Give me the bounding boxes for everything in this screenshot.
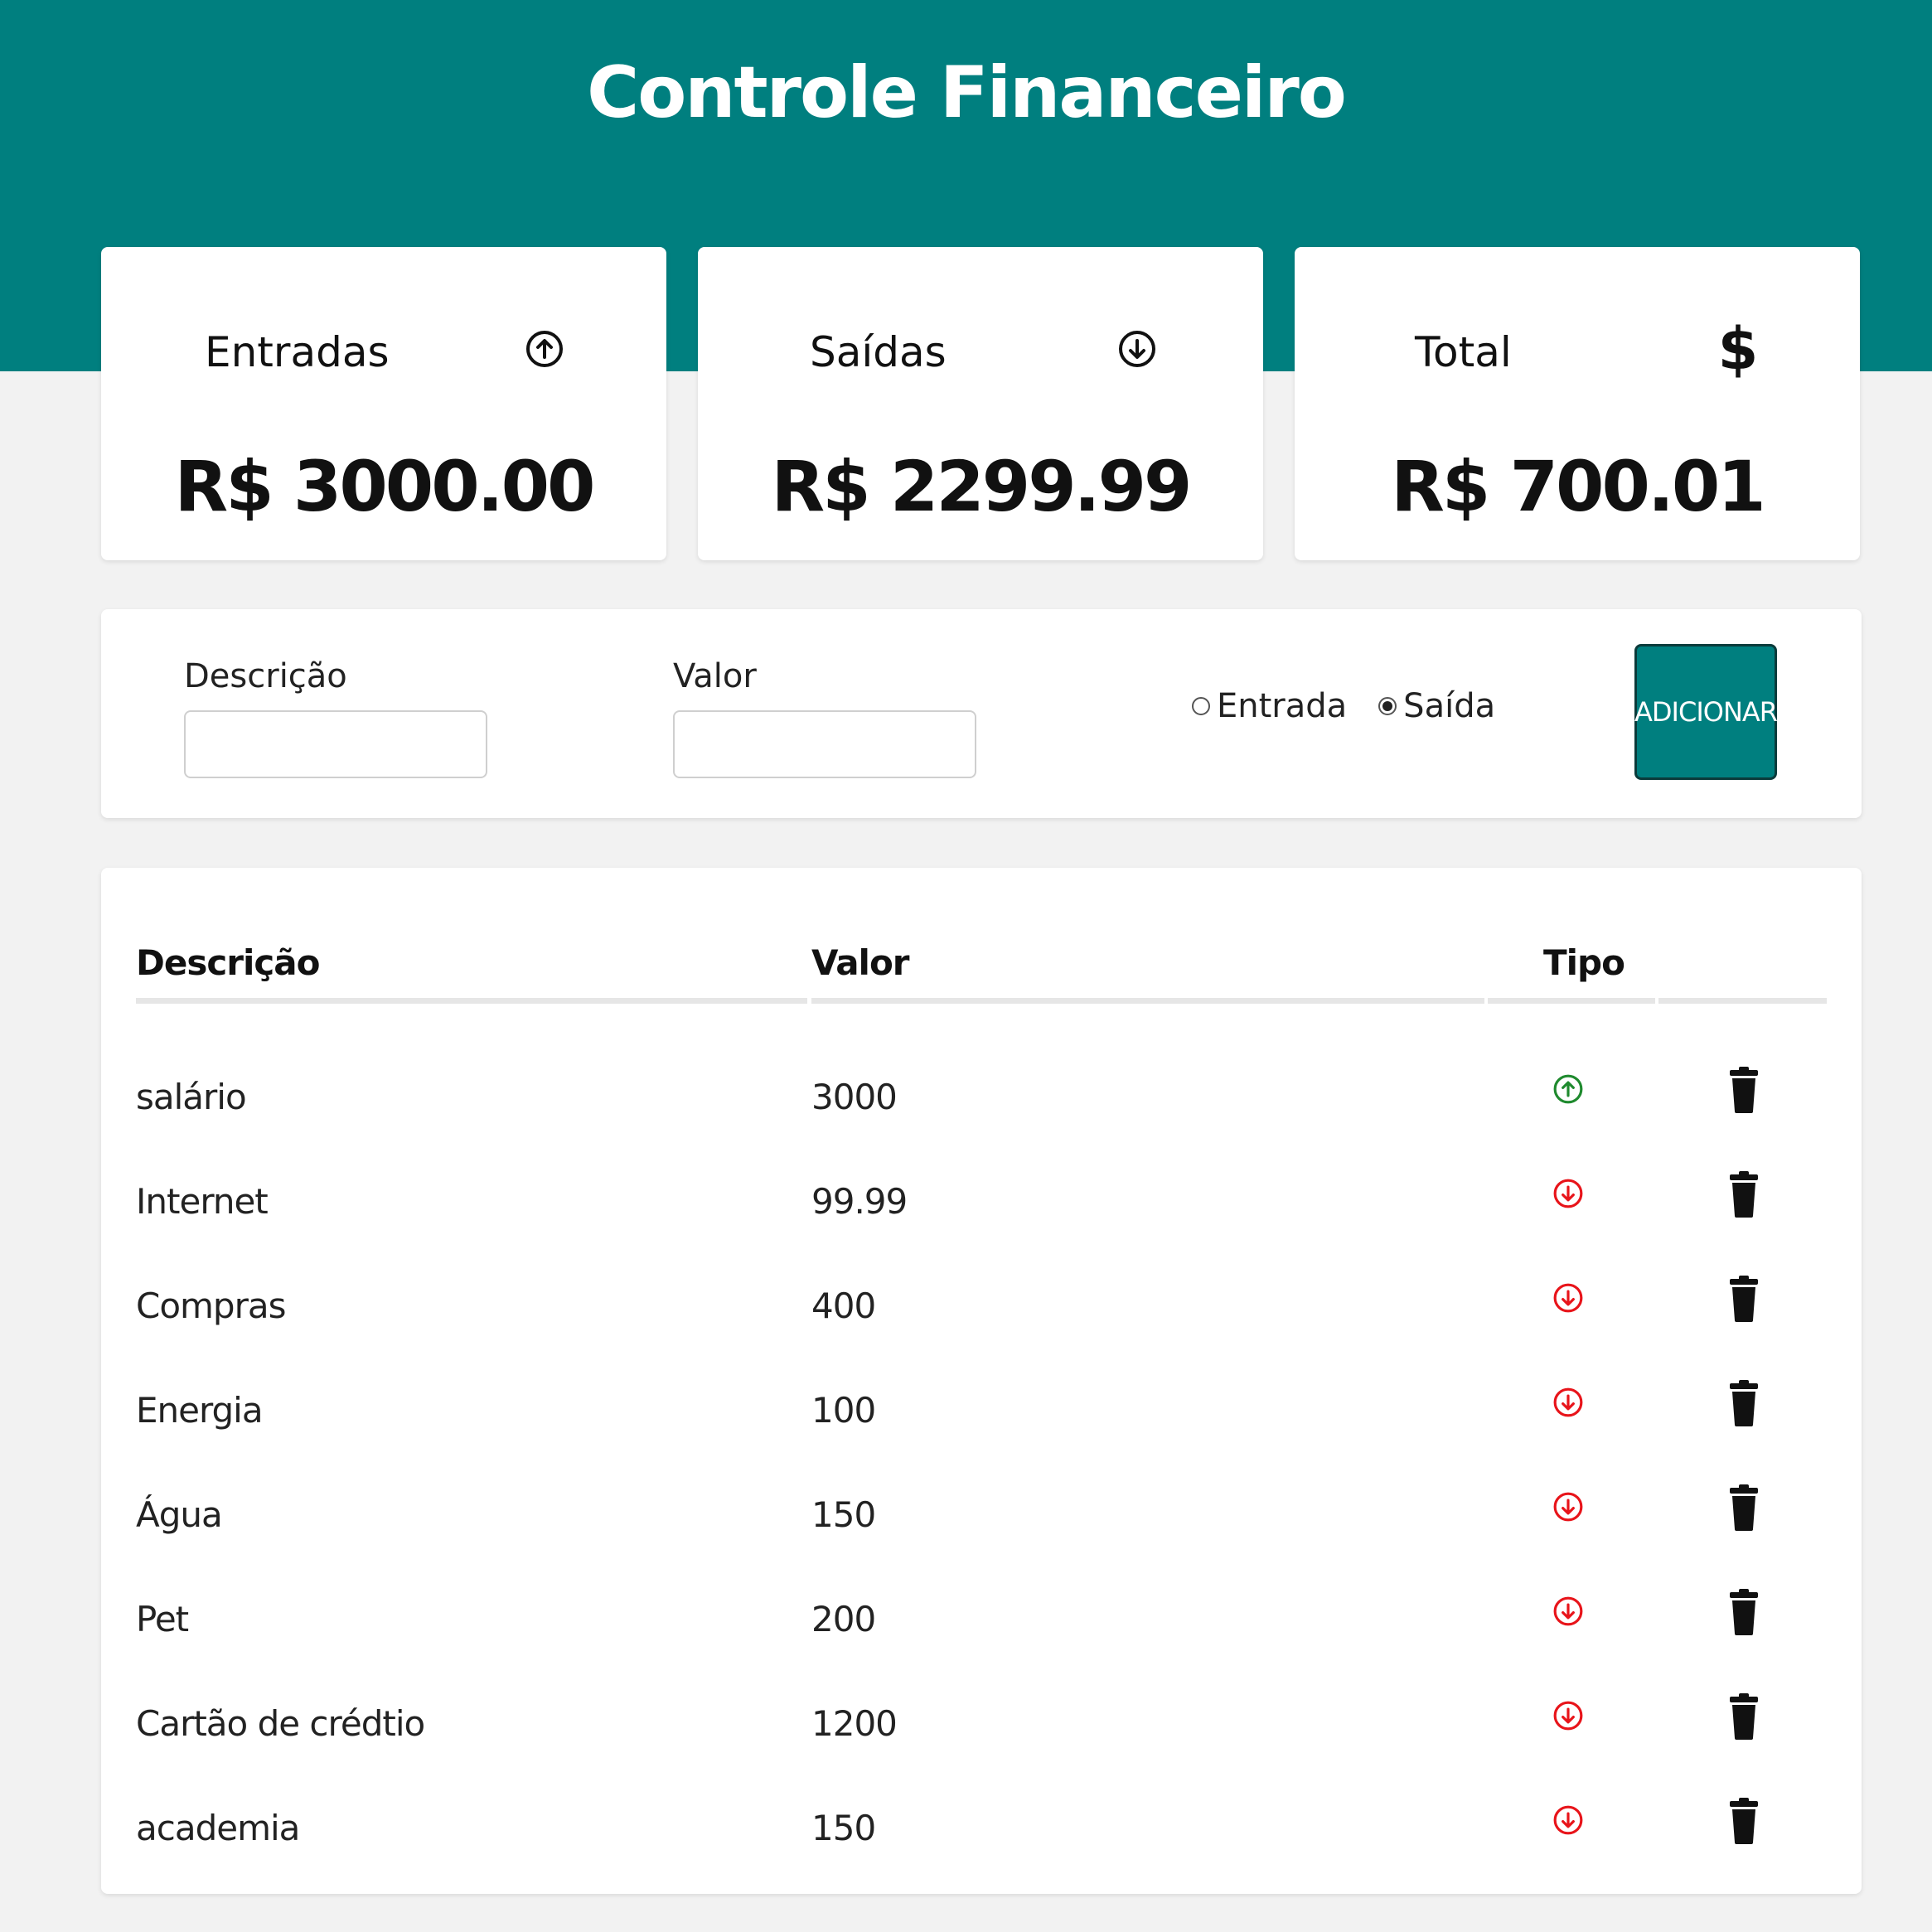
radio-entrada[interactable]: Entrada [1192, 687, 1347, 725]
row-description: academia [136, 1808, 300, 1848]
summary-value: R$ 2299.99 [771, 446, 1193, 527]
transaction-form: Descrição Valor Entrada Saída ADICIONAR [101, 609, 1862, 818]
row-value: 200 [811, 1599, 876, 1639]
row-description: Energia [136, 1390, 264, 1431]
table-row: salário 3000 [101, 1052, 1862, 1156]
add-button[interactable]: ADICIONAR [1634, 644, 1778, 780]
table-row: academia 150 [101, 1783, 1862, 1887]
summary-label: Saídas [810, 328, 947, 376]
arrow-down-circle-icon [1552, 1799, 1585, 1841]
row-description: salário [136, 1077, 247, 1117]
radio-entrada-button[interactable] [1192, 697, 1210, 715]
description-label: Descrição [184, 657, 347, 695]
trash-icon[interactable] [1723, 1586, 1765, 1639]
row-description: Água [136, 1494, 223, 1535]
table-row: Pet 200 [101, 1574, 1862, 1678]
arrow-down-circle-icon [1552, 1382, 1585, 1423]
row-value: 3000 [811, 1077, 898, 1117]
dollar-symbol: $ [1717, 315, 1759, 383]
table-row: Água 150 [101, 1470, 1862, 1574]
row-description: Internet [136, 1181, 269, 1222]
radio-saida-label: Saída [1403, 687, 1496, 725]
summary-label: Total [1415, 328, 1512, 376]
row-value: 150 [811, 1808, 876, 1848]
trash-icon[interactable] [1723, 1690, 1765, 1743]
table-row: Energia 100 [101, 1365, 1862, 1470]
table-row: Cartão de crédtio 1200 [101, 1678, 1862, 1783]
trash-icon[interactable] [1723, 1168, 1765, 1221]
arrow-down-circle-icon [1552, 1591, 1585, 1632]
trash-icon[interactable] [1723, 1794, 1765, 1847]
header-divider [811, 998, 1484, 1004]
type-radio-group: Entrada Saída [1192, 685, 1527, 727]
radio-saida-button[interactable] [1378, 697, 1397, 715]
arrow-down-circle-icon [1552, 1277, 1585, 1319]
arrow-down-circle-icon [1112, 320, 1162, 378]
header-divider [136, 998, 807, 1004]
trash-icon[interactable] [1723, 1377, 1765, 1430]
header-type: Tipo [1543, 942, 1625, 983]
table-row: Internet 99.99 [101, 1156, 1862, 1261]
summary-value: R$ 700.01 [1391, 446, 1766, 527]
row-description: Compras [136, 1286, 286, 1326]
dollar-icon: $ [1713, 320, 1763, 378]
radio-entrada-label: Entrada [1217, 687, 1348, 725]
summary-value: R$ 3000.00 [174, 446, 596, 527]
page-title: Controle Financeiro [587, 51, 1347, 134]
summary-card-total: Total $ R$ 700.01 [1295, 247, 1860, 560]
row-value: 1200 [811, 1703, 898, 1744]
trash-icon[interactable] [1723, 1272, 1765, 1325]
header-divider [1488, 998, 1655, 1004]
description-input[interactable] [184, 710, 487, 778]
value-input[interactable] [673, 710, 976, 778]
arrow-up-circle-icon [520, 320, 569, 378]
radio-saida[interactable]: Saída [1378, 687, 1495, 725]
transactions-table: Descrição Valor Tipo salário 3000 Internet… [101, 868, 1862, 1894]
header-description: Descrição [136, 942, 320, 983]
summary-label: Entradas [205, 328, 390, 376]
row-description: Pet [136, 1599, 189, 1639]
arrow-down-circle-icon [1552, 1695, 1585, 1736]
row-value: 150 [811, 1494, 876, 1535]
row-value: 400 [811, 1286, 876, 1326]
table-row: Compras 400 [101, 1261, 1862, 1365]
header-divider [1658, 998, 1827, 1004]
row-value: 99.99 [811, 1181, 908, 1222]
arrow-down-circle-icon [1552, 1486, 1585, 1528]
header-value: Valor [811, 942, 910, 983]
row-value: 100 [811, 1390, 876, 1431]
trash-icon[interactable] [1723, 1481, 1765, 1534]
summary-card-entradas: Entradas R$ 3000.00 [101, 247, 666, 560]
summary-card-saidas: Saídas R$ 2299.99 [698, 247, 1263, 560]
trash-icon[interactable] [1723, 1063, 1765, 1116]
row-description: Cartão de crédtio [136, 1703, 425, 1744]
arrow-up-circle-icon [1552, 1068, 1585, 1110]
value-label: Valor [673, 657, 757, 695]
arrow-down-circle-icon [1552, 1173, 1585, 1214]
